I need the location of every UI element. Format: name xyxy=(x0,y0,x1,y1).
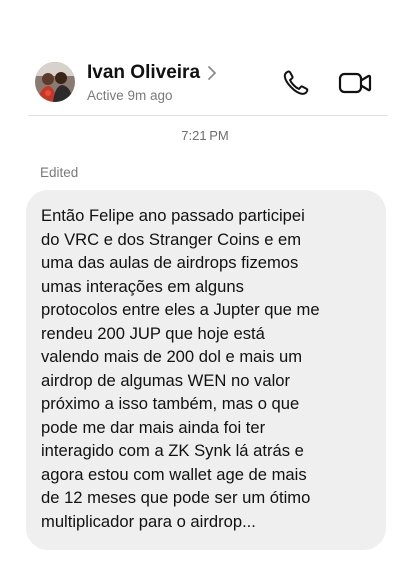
conversation-header: Ivan Oliveira Active 9m ago xyxy=(0,52,410,112)
contact-name: Ivan Oliveira xyxy=(87,62,201,83)
video-call-button[interactable] xyxy=(337,69,373,97)
phone-icon xyxy=(283,70,309,95)
avatar-photo-icon xyxy=(35,62,75,102)
messages-screen: Ivan Oliveira Active 9m ago 7:21 PM Edit… xyxy=(0,0,410,572)
contact-avatar[interactable] xyxy=(35,62,75,102)
active-status: Active 9m ago xyxy=(87,88,173,103)
video-camera-icon xyxy=(338,72,372,94)
edited-label: Edited xyxy=(40,165,79,180)
header-divider xyxy=(28,115,388,116)
contact-name-link[interactable]: Ivan Oliveira xyxy=(87,62,218,84)
message-bubble[interactable]: Então Felipe ano passado participei do V… xyxy=(26,190,386,550)
chevron-right-icon xyxy=(206,65,218,81)
call-button[interactable] xyxy=(281,68,311,98)
message-timestamp: 7:21 PM xyxy=(181,128,229,143)
message-text: Então Felipe ano passado participei do V… xyxy=(41,206,320,531)
